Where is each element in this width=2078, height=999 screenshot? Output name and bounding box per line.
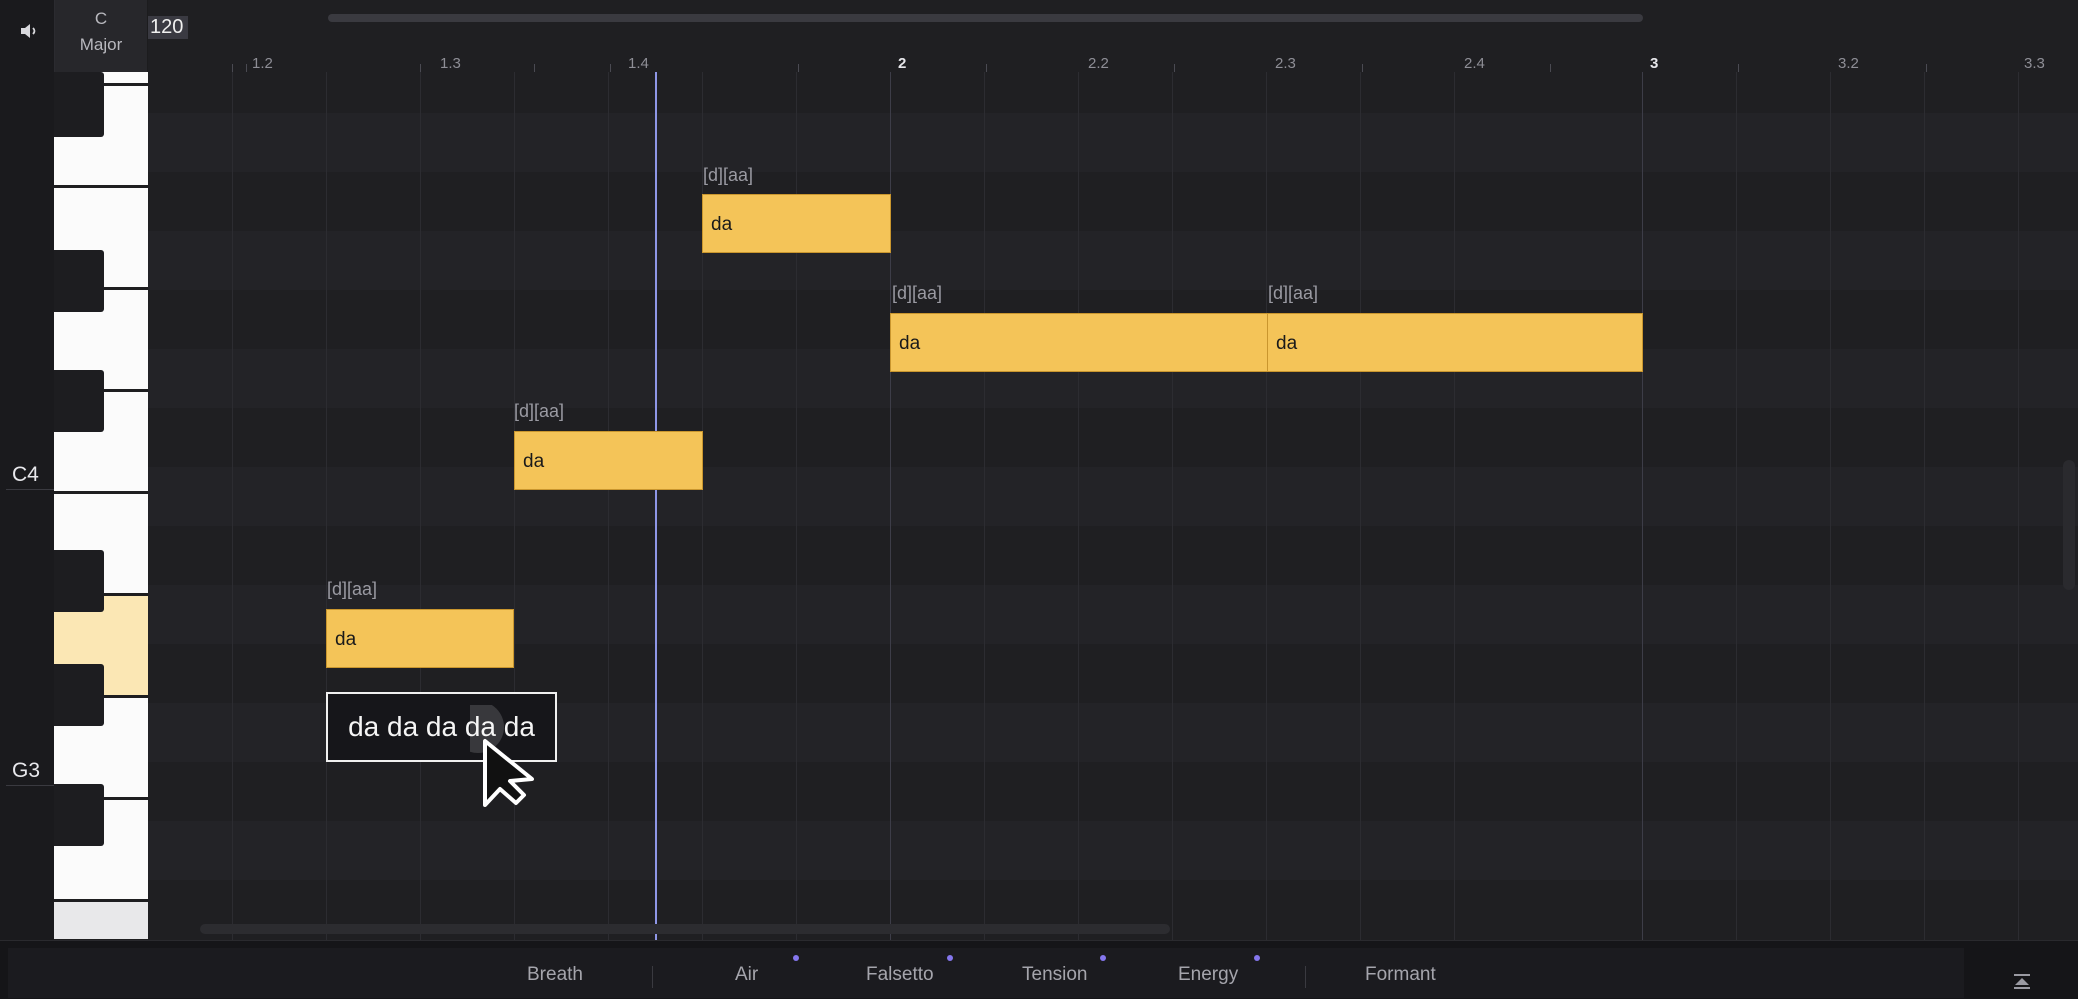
grid-row <box>148 821 2078 880</box>
note-phonemes: [d][aa] <box>892 283 943 303</box>
note-lyric: da <box>335 629 357 650</box>
tab-energy-indicator <box>1254 955 1260 961</box>
tab-breath[interactable]: Breath <box>527 964 583 986</box>
piano-keyboard[interactable] <box>54 72 148 940</box>
tab-formant[interactable]: Formant <box>1365 964 1436 986</box>
note-lyric: da <box>899 333 921 354</box>
grid-row <box>148 231 2078 290</box>
ruler-marker: 2 <box>898 55 907 72</box>
black-key[interactable] <box>54 370 104 432</box>
ruler-marker: 3.3 <box>2024 55 2045 72</box>
ruler-marker: 1.2 <box>252 55 273 72</box>
note-block[interactable]: da <box>514 431 703 490</box>
ruler-marker: 2.4 <box>1464 55 1485 72</box>
key-signature-selector[interactable]: C Major <box>55 0 147 72</box>
note-block[interactable]: da <box>890 313 1268 372</box>
playhead[interactable] <box>655 72 657 940</box>
ruler-marker: 1.4 <box>628 55 649 72</box>
tab-air-indicator <box>793 955 799 961</box>
ruler-marker: 3.2 <box>1838 55 1859 72</box>
note-lyric: da <box>1276 333 1298 354</box>
ruler-marker: 3 <box>1650 55 1659 72</box>
note-block[interactable]: da <box>1267 313 1643 372</box>
mouse-cursor-icon <box>470 705 534 807</box>
vertical-scrollbar[interactable] <box>2063 460 2075 590</box>
speaker-icon[interactable] <box>18 20 40 42</box>
white-key[interactable] <box>54 902 148 940</box>
octave-divider <box>6 489 54 490</box>
key-mode: Major <box>79 35 123 54</box>
note-lyric: da <box>711 214 733 235</box>
horizontal-scrollbar[interactable] <box>200 924 1170 934</box>
tempo-display[interactable]: 120 <box>148 16 188 39</box>
note-phonemes: [d][aa] <box>1268 283 1319 303</box>
grid-row <box>148 467 2078 526</box>
note-phonemes: [d][aa] <box>327 579 378 599</box>
grid-row <box>148 113 2078 172</box>
piano-roll-grid[interactable] <box>148 72 2078 940</box>
octave-label-c4: C4 <box>12 463 39 486</box>
parameter-tab-bar <box>8 948 1964 998</box>
note-lyric: da <box>523 451 545 472</box>
tab-energy[interactable]: Energy <box>1178 964 1238 986</box>
black-key[interactable] <box>54 784 104 846</box>
black-key[interactable] <box>54 72 104 137</box>
note-phonemes: [d][aa] <box>514 401 565 421</box>
note-block[interactable]: da <box>326 609 514 668</box>
key-note: C <box>94 9 108 28</box>
ruler-marker: 2.3 <box>1275 55 1296 72</box>
note-phonemes: [d][aa] <box>703 165 754 185</box>
timeline-ruler[interactable]: 1.2 1.3 1.4 2 2.2 2.3 2.4 3 3.2 3.3 <box>148 0 2078 72</box>
ruler-marker: 2.2 <box>1088 55 1109 72</box>
black-key[interactable] <box>54 664 104 726</box>
timeline-scrollbar[interactable] <box>328 14 1643 22</box>
octave-label-g3: G3 <box>12 759 41 782</box>
tab-divider <box>1305 966 1306 988</box>
tab-falsetto-indicator <box>947 955 953 961</box>
tab-tension-indicator <box>1100 955 1106 961</box>
ruler-marker: 1.3 <box>440 55 461 72</box>
collapse-panel-icon[interactable] <box>2010 972 2034 992</box>
octave-divider <box>6 785 54 786</box>
note-block[interactable]: da <box>702 194 891 253</box>
black-key[interactable] <box>54 250 104 312</box>
tab-air[interactable]: Air <box>735 964 758 986</box>
tab-falsetto[interactable]: Falsetto <box>866 964 934 986</box>
tab-divider <box>652 966 653 988</box>
tab-tension[interactable]: Tension <box>1022 964 1088 986</box>
black-key[interactable] <box>54 550 104 612</box>
